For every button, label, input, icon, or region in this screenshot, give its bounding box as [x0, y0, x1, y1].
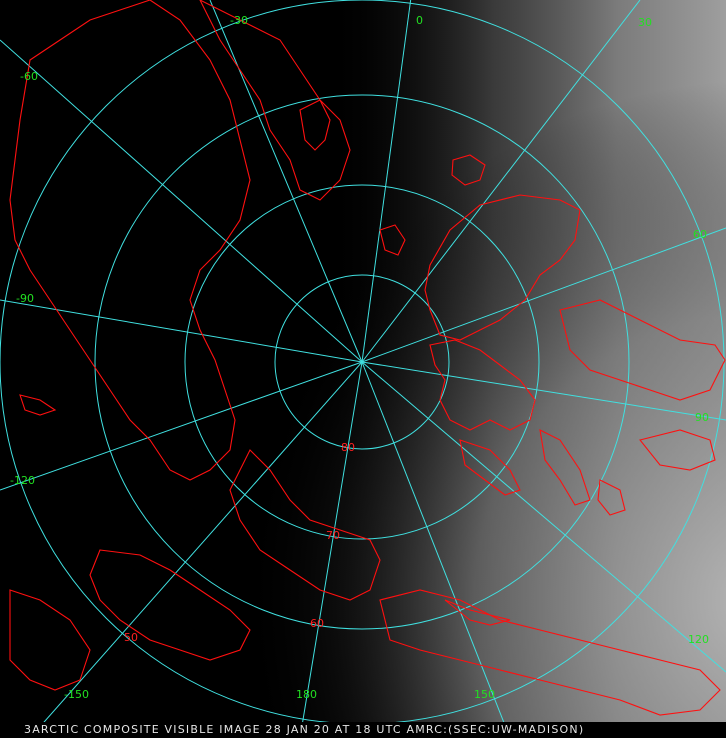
lon-label-60: 60	[693, 228, 707, 241]
lon-label-120: 120	[688, 633, 709, 646]
lon-label-30: 30	[638, 16, 652, 29]
lon-label-0: 0	[416, 14, 423, 27]
lon-label-150: 150	[474, 688, 495, 701]
polar-satellite-map: -30 0 30 -60 60 -90 90 -120 120 -150 150…	[0, 0, 726, 738]
lat-label-60: 60	[310, 617, 324, 630]
lon-label-minus150: -150	[64, 688, 89, 701]
lon-label-minus60: -60	[20, 70, 38, 83]
lat-label-50: 50	[124, 631, 138, 644]
frame-number: 3	[24, 723, 33, 736]
lat-label-70: 70	[326, 529, 340, 542]
caption-text: ARCTIC COMPOSITE VISIBLE IMAGE 28 JAN 20…	[32, 723, 585, 736]
lon-label-minus120: -120	[10, 474, 35, 487]
image-caption: 3ARCTIC COMPOSITE VISIBLE IMAGE 28 JAN 2…	[0, 722, 726, 738]
lon-label-minus90: -90	[16, 292, 34, 305]
daylight-region-lower	[0, 0, 726, 738]
lat-label-80: 80	[341, 441, 355, 454]
lon-label-90: 90	[695, 411, 709, 424]
lon-label-180: 180	[296, 688, 317, 701]
lon-label-minus30: -30	[230, 14, 248, 27]
